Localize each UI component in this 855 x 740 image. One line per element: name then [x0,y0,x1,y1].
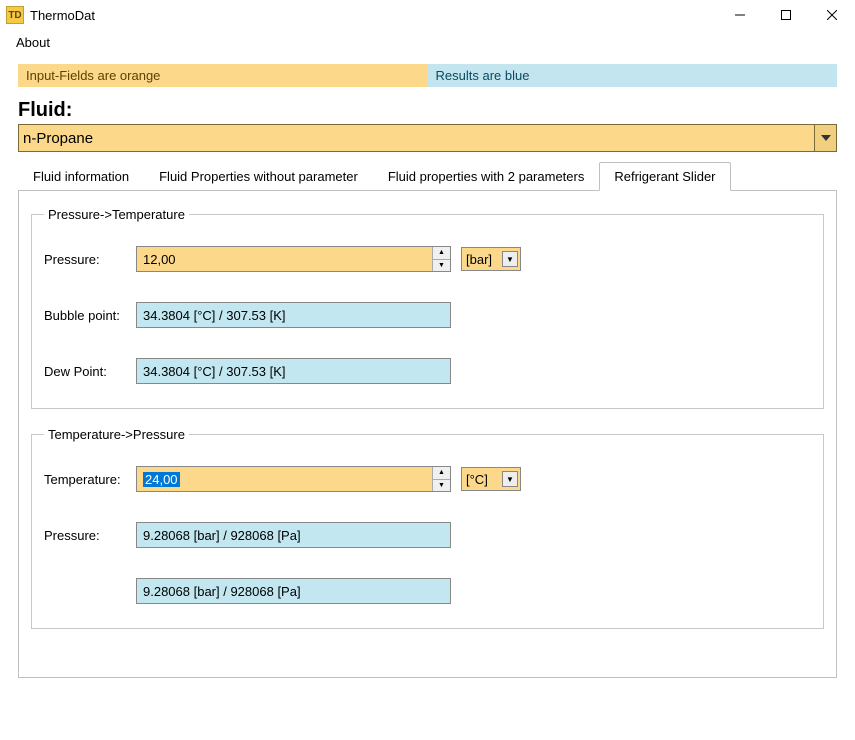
temperature-label: Temperature: [44,472,136,487]
maximize-button[interactable] [763,0,809,30]
pressure-result-1: 9.28068 [bar] / 928068 [Pa] [136,522,451,548]
dew-point-label: Dew Point: [44,364,136,379]
bubble-point-label: Bubble point: [44,308,136,323]
pressure-spinner[interactable]: ▲ ▼ [432,247,450,271]
fluid-label: Fluid: [18,99,837,122]
fluid-select-value: n-Propane [23,130,93,147]
tab-refrigerant-slider[interactable]: Refrigerant Slider [599,162,730,191]
tab-fluid-properties-2-params[interactable]: Fluid properties with 2 parameters [373,162,600,191]
pressure-label: Pressure: [44,252,136,267]
app-icon: TD [6,6,24,24]
chevron-down-icon[interactable]: ▼ [433,260,450,272]
fluid-select[interactable]: n-Propane [18,124,837,152]
tab-fluid-information[interactable]: Fluid information [18,162,144,191]
temperature-unit-value: [°C] [466,472,488,487]
dew-point-value: 34.3804 [°C] / 307.53 [K] [143,364,286,379]
tab-bar: Fluid information Fluid Properties witho… [18,162,837,191]
app-title: ThermoDat [30,8,717,23]
pressure-input[interactable]: 12,00 ▲ ▼ [136,246,451,272]
legend-input: Input-Fields are orange [18,64,428,87]
content-area: Input-Fields are orange Results are blue… [0,54,855,688]
pressure-unit-select[interactable]: [bar] ▼ [461,247,521,271]
group-temperature-to-pressure: Temperature->Pressure Temperature: 24,00… [31,427,824,629]
chevron-down-icon: ▼ [502,251,518,267]
pressure-result-2: 9.28068 [bar] / 928068 [Pa] [136,578,451,604]
menubar: About [0,30,855,54]
legend-result: Results are blue [428,64,838,87]
close-button[interactable] [809,0,855,30]
bubble-point-result: 34.3804 [°C] / 307.53 [K] [136,302,451,328]
chevron-up-icon[interactable]: ▲ [433,467,450,480]
temperature-spinner[interactable]: ▲ ▼ [432,467,450,491]
dew-point-result: 34.3804 [°C] / 307.53 [K] [136,358,451,384]
pressure-result-value-1: 9.28068 [bar] / 928068 [Pa] [143,528,301,543]
temperature-input-value: 24,00 [143,472,180,487]
group-title-p-to-t: Pressure->Temperature [44,207,189,222]
chevron-down-icon[interactable]: ▼ [433,480,450,492]
pressure-result-label: Pressure: [44,528,136,543]
window-controls [717,0,855,30]
legend-row: Input-Fields are orange Results are blue [18,64,837,87]
chevron-down-icon [814,125,836,151]
temperature-unit-select[interactable]: [°C] ▼ [461,467,521,491]
group-pressure-to-temperature: Pressure->Temperature Pressure: 12,00 ▲ … [31,207,824,409]
chevron-down-icon: ▼ [502,471,518,487]
minimize-button[interactable] [717,0,763,30]
pressure-result-value-2: 9.28068 [bar] / 928068 [Pa] [143,584,301,599]
tab-body: Pressure->Temperature Pressure: 12,00 ▲ … [18,191,837,678]
temperature-input[interactable]: 24,00 ▲ ▼ [136,466,451,492]
group-title-t-to-p: Temperature->Pressure [44,427,189,442]
pressure-unit-value: [bar] [466,252,492,267]
tab-fluid-properties-no-param[interactable]: Fluid Properties without parameter [144,162,373,191]
titlebar: TD ThermoDat [0,0,855,30]
bubble-point-value: 34.3804 [°C] / 307.53 [K] [143,308,286,323]
menu-about[interactable]: About [10,33,56,52]
chevron-up-icon[interactable]: ▲ [433,247,450,260]
pressure-input-value: 12,00 [143,252,176,267]
